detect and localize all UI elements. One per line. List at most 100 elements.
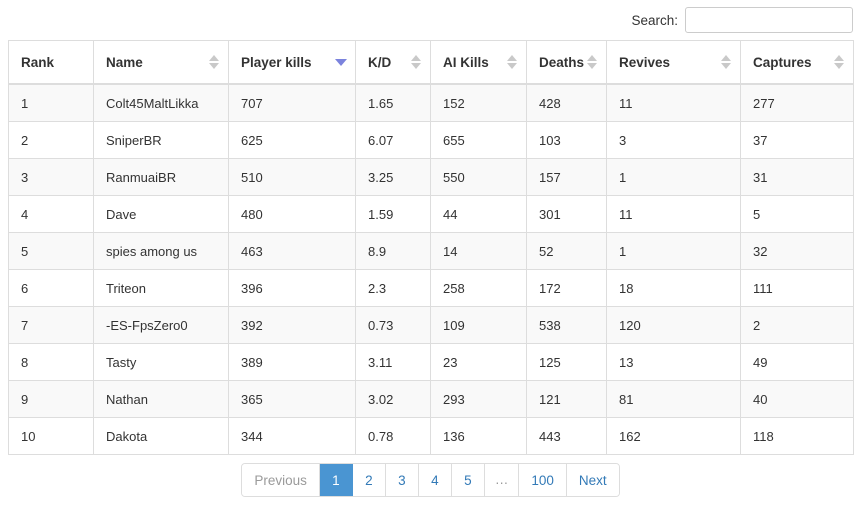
column-header-rank[interactable]: Rank (8, 40, 94, 85)
pagination-ellipsis: … (484, 464, 520, 496)
column-header-revives[interactable]: Revives (606, 40, 741, 85)
cell-name: SniperBR (93, 121, 229, 159)
pagination-page-2[interactable]: 2 (352, 464, 386, 496)
cell-rank: 2 (8, 121, 94, 159)
cell-player-kills: 344 (228, 417, 356, 455)
cell-player-kills: 707 (228, 83, 356, 122)
cell-kd: 3.11 (355, 343, 431, 381)
cell-rank: 9 (8, 380, 94, 418)
pagination-next[interactable]: Next (566, 464, 619, 496)
sort-icon-deaths[interactable] (587, 54, 597, 70)
cell-rank: 7 (8, 306, 94, 344)
column-header-deaths[interactable]: Deaths (526, 40, 607, 85)
table-body: 1 Colt45MaltLikka 707 1.65 152 428 11 277 2 Snipe… (8, 83, 854, 455)
cell-rank: 5 (8, 232, 94, 270)
cell-captures: 5 (740, 195, 854, 233)
column-header-ai-kills[interactable]: AI Kills (430, 40, 527, 85)
cell-captures: 37 (740, 121, 854, 159)
cell-revives: 13 (606, 343, 741, 381)
pagination-page-4[interactable]: 4 (418, 464, 452, 496)
table-row: 2 SniperBR 625 6.07 655 103 3 37 (8, 121, 854, 159)
table-row: 10 Dakota 344 0.78 136 443 162 118 (8, 417, 854, 455)
search-input[interactable] (685, 7, 853, 33)
cell-rank: 1 (8, 83, 94, 122)
column-header-label: Captures (753, 54, 812, 70)
column-header-kd[interactable]: K/D (355, 40, 431, 85)
cell-name: RanmuaiBR (93, 158, 229, 196)
cell-player-kills: 392 (228, 306, 356, 344)
cell-kd: 6.07 (355, 121, 431, 159)
cell-revives: 11 (606, 83, 741, 122)
pagination-row: Previous 1 2 3 4 5… 100 Next (8, 455, 853, 505)
cell-deaths: 428 (526, 83, 607, 122)
cell-deaths: 52 (526, 232, 607, 270)
cell-rank: 6 (8, 269, 94, 307)
column-header-label: Name (106, 54, 143, 70)
cell-name: -ES-FpsZero0 (93, 306, 229, 344)
cell-player-kills: 365 (228, 380, 356, 418)
column-header-label: K/D (368, 54, 392, 70)
cell-kd: 2.3 (355, 269, 431, 307)
cell-captures: 31 (740, 158, 854, 196)
sort-icon-descending-player-kills[interactable] (335, 54, 347, 70)
cell-name: Dave (93, 195, 229, 233)
table-row: 9 Nathan 365 3.02 293 121 81 40 (8, 380, 854, 418)
cell-rank: 10 (8, 417, 94, 455)
column-header-captures[interactable]: Captures (740, 40, 854, 85)
cell-ai-kills: 293 (430, 380, 527, 418)
cell-name: Triteon (93, 269, 229, 307)
cell-player-kills: 389 (228, 343, 356, 381)
cell-rank: 8 (8, 343, 94, 381)
cell-ai-kills: 44 (430, 195, 527, 233)
cell-rank: 3 (8, 158, 94, 196)
cell-deaths: 443 (526, 417, 607, 455)
column-header-label: Rank (21, 54, 55, 70)
column-header-label: AI Kills (443, 54, 489, 70)
table-row: 3 RanmuaiBR 510 3.25 550 157 1 31 (8, 158, 854, 196)
cell-revives: 120 (606, 306, 741, 344)
cell-revives: 11 (606, 195, 741, 233)
pagination-page-100[interactable]: 100 (519, 464, 567, 496)
cell-player-kills: 396 (228, 269, 356, 307)
cell-kd: 3.02 (355, 380, 431, 418)
column-header-label: Player kills (241, 54, 312, 70)
cell-ai-kills: 258 (430, 269, 527, 307)
cell-revives: 81 (606, 380, 741, 418)
table-row: 7 -ES-FpsZero0 392 0.73 109 538 120 2 (8, 306, 854, 344)
pagination-page-3[interactable]: 3 (385, 464, 419, 496)
cell-ai-kills: 550 (430, 158, 527, 196)
pagination-page-5[interactable]: 5 (451, 464, 485, 496)
sort-icon-name[interactable] (209, 54, 219, 70)
pagination-previous[interactable]: Previous (242, 464, 320, 496)
cell-kd: 1.59 (355, 195, 431, 233)
cell-deaths: 157 (526, 158, 607, 196)
cell-captures: 49 (740, 343, 854, 381)
cell-player-kills: 625 (228, 121, 356, 159)
cell-ai-kills: 655 (430, 121, 527, 159)
cell-revives: 162 (606, 417, 741, 455)
sort-icon-revives[interactable] (721, 54, 731, 70)
cell-kd: 0.73 (355, 306, 431, 344)
column-header-name[interactable]: Name (93, 40, 229, 85)
cell-ai-kills: 23 (430, 343, 527, 381)
cell-captures: 118 (740, 417, 854, 455)
cell-rank: 4 (8, 195, 94, 233)
cell-name: spies among us (93, 232, 229, 270)
search-row: Search: (8, 0, 853, 40)
cell-kd: 0.78 (355, 417, 431, 455)
table-row: 1 Colt45MaltLikka 707 1.65 152 428 11 277 (8, 83, 854, 122)
cell-ai-kills: 109 (430, 306, 527, 344)
cell-deaths: 301 (526, 195, 607, 233)
pagination-page-1[interactable]: 1 (319, 464, 353, 496)
sort-icon-captures[interactable] (834, 54, 844, 70)
cell-deaths: 172 (526, 269, 607, 307)
cell-deaths: 103 (526, 121, 607, 159)
cell-player-kills: 510 (228, 158, 356, 196)
table-container: Rank Name Player kills K/D AI Kills Deat… (8, 40, 854, 455)
sort-icon-kd[interactable] (411, 54, 421, 70)
cell-captures: 111 (740, 269, 854, 307)
datatable-page: Search: Rank Name Player kills K/D AI Ki… (0, 0, 861, 502)
column-header-player-kills[interactable]: Player kills (228, 40, 356, 85)
sort-icon-ai-kills[interactable] (507, 54, 517, 70)
cell-ai-kills: 136 (430, 417, 527, 455)
